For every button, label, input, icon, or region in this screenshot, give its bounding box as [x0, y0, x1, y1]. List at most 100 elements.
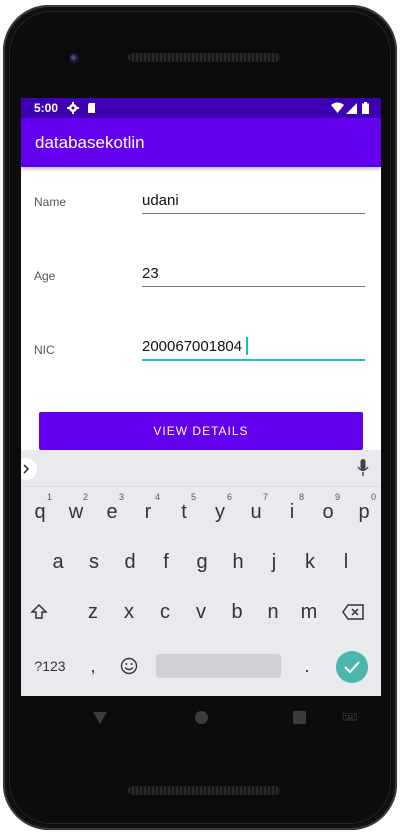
soft-keyboard: q1w2e3r4t5y6u7i8o9p0 asdfghjkl zxcvbnm ?…: [21, 450, 381, 696]
backspace-key[interactable]: [335, 588, 371, 636]
key-k[interactable]: k: [292, 538, 328, 586]
key-n[interactable]: n: [255, 588, 291, 636]
key-r[interactable]: r4: [130, 488, 166, 536]
key-hint: 4: [154, 492, 160, 502]
key-v[interactable]: v: [183, 588, 219, 636]
name-label: Name: [34, 195, 67, 209]
emoji-key[interactable]: [111, 642, 147, 690]
app-title: databasekotlin: [35, 133, 145, 152]
text-cursor: [246, 337, 248, 355]
key-g[interactable]: g: [184, 538, 220, 586]
key-hint: 9: [334, 492, 340, 502]
status-time: 5:00: [34, 101, 59, 115]
key-t[interactable]: t5: [166, 488, 202, 536]
key-w[interactable]: w2: [58, 488, 94, 536]
microphone-icon[interactable]: [357, 459, 369, 477]
key-label: v: [196, 600, 206, 623]
bottom-speaker: [128, 786, 280, 795]
nic-input[interactable]: [142, 335, 365, 357]
key-o[interactable]: o9: [310, 488, 346, 536]
key-a[interactable]: a: [40, 538, 76, 586]
name-field[interactable]: [142, 189, 365, 214]
key-hint: 3: [118, 492, 124, 502]
keyboard-switch-icon[interactable]: [343, 713, 357, 722]
age-field[interactable]: [142, 262, 365, 287]
key-m[interactable]: m: [291, 588, 327, 636]
key-hint: 5: [190, 492, 196, 502]
key-hint: 8: [298, 492, 304, 502]
key-f[interactable]: f: [148, 538, 184, 586]
keyboard-toolbar: [21, 450, 381, 487]
key-h[interactable]: h: [220, 538, 256, 586]
key-s[interactable]: s: [76, 538, 112, 586]
period-key[interactable]: .: [289, 642, 325, 690]
age-input[interactable]: [142, 262, 365, 284]
name-input[interactable]: [142, 189, 365, 211]
key-label: l: [343, 550, 349, 573]
key-label: c: [160, 600, 170, 623]
key-p[interactable]: p0: [346, 488, 381, 536]
key-label: p: [358, 500, 370, 523]
key-e[interactable]: e3: [94, 488, 130, 536]
recents-icon[interactable]: [293, 711, 306, 724]
nic-field[interactable]: [142, 335, 365, 361]
wifi-icon: [331, 102, 344, 113]
nic-label: NIC: [34, 343, 55, 357]
key-label: s: [89, 550, 99, 573]
key-label: i: [289, 500, 295, 523]
key-hint: 2: [82, 492, 88, 502]
key-hint: 0: [370, 492, 376, 502]
backspace-icon: [342, 604, 364, 620]
key-label: j: [271, 550, 277, 573]
key-z[interactable]: z: [75, 588, 111, 636]
key-hint: 7: [262, 492, 268, 502]
key-b[interactable]: b: [219, 588, 255, 636]
key-l[interactable]: l: [328, 538, 364, 586]
key-c[interactable]: c: [147, 588, 183, 636]
chevron-right-icon: [23, 464, 30, 474]
key-label: z: [88, 600, 98, 623]
key-hint: 1: [46, 492, 52, 502]
key-label: d: [124, 550, 136, 573]
signal-icon: [346, 103, 357, 114]
key-label: f: [163, 550, 169, 573]
view-details-button[interactable]: VIEW DETAILS: [39, 412, 363, 450]
comma-key[interactable]: ,: [75, 642, 111, 690]
space-bar[interactable]: [156, 654, 281, 678]
key-q[interactable]: q1: [22, 488, 58, 536]
key-x[interactable]: x: [111, 588, 147, 636]
emoji-icon: [120, 657, 138, 675]
key-label: b: [231, 600, 243, 623]
status-bar: 5:00: [21, 98, 381, 118]
shift-icon: [30, 603, 48, 619]
key-label: w: [68, 500, 84, 523]
enter-key[interactable]: [336, 651, 368, 683]
symbols-key[interactable]: ?123: [29, 642, 71, 690]
key-label: h: [232, 550, 244, 573]
key-label: u: [250, 500, 262, 523]
key-u[interactable]: u7: [238, 488, 274, 536]
key-j[interactable]: j: [256, 538, 292, 586]
key-y[interactable]: y6: [202, 488, 238, 536]
expand-toolbar-button[interactable]: [21, 458, 37, 480]
key-label: r: [144, 500, 152, 523]
key-label: n: [267, 600, 279, 623]
key-label: m: [300, 600, 318, 623]
key-label: q: [34, 500, 46, 523]
app-screen: 5:00 databasekotlin Name Age NIC VIEW: [21, 98, 381, 696]
app-bar: databasekotlin: [21, 118, 381, 167]
shift-key[interactable]: [21, 588, 57, 636]
key-hint: 6: [226, 492, 232, 502]
key-label: x: [124, 600, 134, 623]
age-label: Age: [34, 269, 56, 283]
top-speaker: [128, 53, 280, 62]
key-d[interactable]: d: [112, 538, 148, 586]
navigation-bar: [0, 696, 402, 740]
back-icon[interactable]: [93, 712, 107, 724]
home-icon[interactable]: [195, 711, 208, 724]
battery-icon: [362, 102, 369, 114]
key-label: o: [322, 500, 334, 523]
sd-card-icon: [88, 103, 95, 113]
key-label: a: [52, 550, 64, 573]
key-i[interactable]: i8: [274, 488, 310, 536]
